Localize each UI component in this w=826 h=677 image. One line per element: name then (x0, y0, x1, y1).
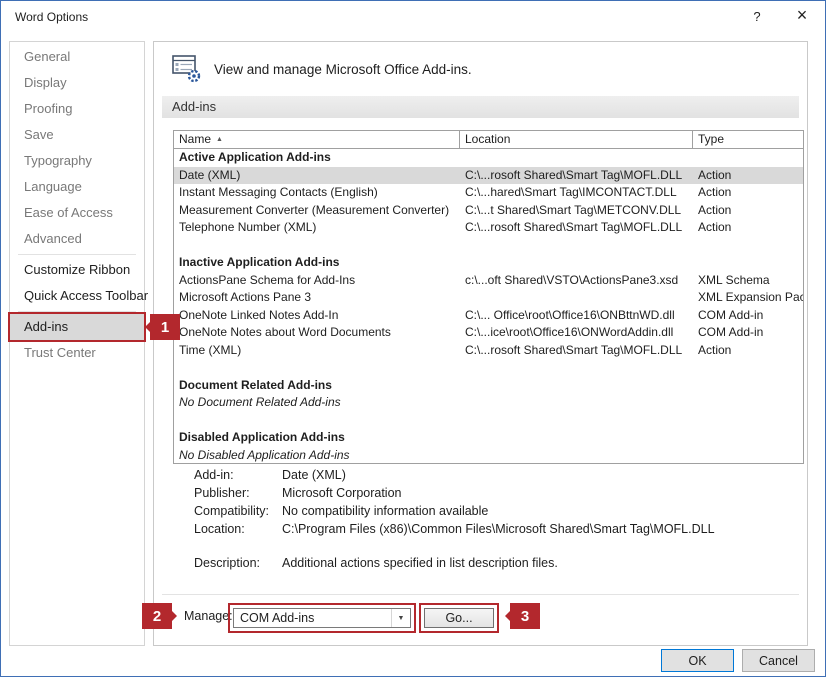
sidebar-item-customize-ribbon[interactable]: Customize Ribbon (10, 257, 144, 283)
badge-pointer (139, 321, 151, 333)
annotation-box-manage-dropdown: COM Add-ins ▼ (228, 603, 416, 633)
panel-header: View and manage Microsoft Office Add-ins… (170, 50, 472, 88)
table-spacer-row (174, 359, 803, 377)
table-group-row: Disabled Application Add-ins (174, 429, 803, 447)
detail-row: Compatibility:No compatibility informati… (194, 502, 715, 520)
addins-table: Name ▲ Location Type Active Application A… (173, 130, 804, 464)
detail-row: Location:C:\Program Files (x86)\Common F… (194, 520, 715, 538)
divider (162, 594, 799, 595)
ok-button[interactable]: OK (661, 649, 734, 672)
column-header-name-label: Name (179, 132, 211, 146)
table-header: Name ▲ Location Type (173, 130, 804, 149)
column-header-location[interactable]: Location (460, 131, 693, 148)
sidebar-item-general[interactable]: General (10, 44, 144, 70)
sidebar-item-save[interactable]: Save (10, 122, 144, 148)
table-row[interactable]: Instant Messaging Contacts (English)C:\.… (174, 184, 803, 202)
manage-dropdown[interactable]: COM Add-ins ▼ (233, 608, 411, 628)
sidebar-divider (18, 311, 136, 312)
table-row[interactable]: Microsoft Actions Pane 3XML Expansion Pa… (174, 289, 803, 307)
badge-number: 1 (161, 319, 169, 336)
table-empty-row: No Disabled Application Add-ins (174, 447, 803, 465)
detail-row: Add-in:Date (XML) (194, 466, 715, 484)
detail-row: Description:Additional actions specified… (194, 554, 715, 572)
badge-pointer (499, 610, 511, 622)
table-row[interactable]: Telephone Number (XML)C:\...rosoft Share… (174, 219, 803, 237)
table-group-row: Inactive Application Add-ins (174, 254, 803, 272)
titlebar: Word Options ? × (1, 1, 825, 33)
column-header-type[interactable]: Type (693, 131, 803, 148)
sidebar-item-advanced[interactable]: Advanced (10, 226, 144, 252)
help-icon[interactable]: ? (747, 9, 767, 24)
table-body: Active Application Add-ins Date (XML)C:\… (173, 149, 804, 464)
sidebar-divider (18, 254, 136, 255)
manage-dropdown-value: COM Add-ins (234, 609, 391, 627)
section-header-addins: Add-ins (162, 96, 799, 118)
close-icon[interactable]: × (791, 5, 813, 26)
cancel-button[interactable]: Cancel (742, 649, 815, 672)
table-row[interactable]: OneNote Notes about Word DocumentsC:\...… (174, 324, 803, 342)
sidebar: General Display Proofing Save Typography… (9, 41, 145, 646)
word-options-dialog: Word Options ? × General Display Proofin… (0, 0, 826, 677)
table-spacer-row (174, 237, 803, 255)
sidebar-item-ease-of-access[interactable]: Ease of Access (10, 200, 144, 226)
table-row[interactable]: Measurement Converter (Measurement Conve… (174, 202, 803, 220)
table-row[interactable]: Time (XML)C:\...rosoft Shared\Smart Tag\… (174, 342, 803, 360)
sort-ascending-icon: ▲ (216, 136, 223, 143)
sidebar-item-quick-access-toolbar[interactable]: Quick Access Toolbar (10, 283, 144, 309)
table-group-row: Document Related Add-ins (174, 377, 803, 395)
badge-number: 2 (153, 608, 161, 625)
addin-details: Add-in:Date (XML) Publisher:Microsoft Co… (194, 466, 715, 572)
table-spacer-row (174, 412, 803, 430)
sidebar-item-proofing[interactable]: Proofing (10, 96, 144, 122)
detail-row: Publisher:Microsoft Corporation (194, 484, 715, 502)
addins-icon (170, 52, 202, 87)
annotation-badge-2: 2 (142, 603, 172, 629)
table-row[interactable]: OneNote Linked Notes Add-InC:\... Office… (174, 307, 803, 325)
sidebar-item-display[interactable]: Display (10, 70, 144, 96)
go-button[interactable]: Go... (424, 608, 494, 628)
table-group-row: Active Application Add-ins (174, 149, 803, 167)
sidebar-item-trust-center[interactable]: Trust Center (10, 340, 144, 366)
manage-label: Manage: (184, 609, 233, 623)
badge-number: 3 (521, 608, 529, 625)
table-row-selected[interactable]: Date (XML)C:\...rosoft Shared\Smart Tag\… (174, 167, 803, 185)
sidebar-item-typography[interactable]: Typography (10, 148, 144, 174)
sidebar-item-add-ins[interactable]: Add-ins (10, 314, 144, 340)
sidebar-item-language[interactable]: Language (10, 174, 144, 200)
addins-panel: View and manage Microsoft Office Add-ins… (153, 41, 808, 646)
badge-pointer (171, 610, 183, 622)
annotation-box-go-button: Go... (419, 603, 499, 633)
column-header-name[interactable]: Name ▲ (174, 131, 460, 148)
chevron-down-icon[interactable]: ▼ (391, 609, 410, 627)
table-row[interactable]: ActionsPane Schema for Add-Insc:\...oft … (174, 272, 803, 290)
annotation-badge-1: 1 (150, 314, 180, 340)
table-empty-row: No Document Related Add-ins (174, 394, 803, 412)
annotation-badge-3: 3 (510, 603, 540, 629)
panel-description: View and manage Microsoft Office Add-ins… (214, 62, 472, 77)
window-title: Word Options (15, 10, 88, 24)
